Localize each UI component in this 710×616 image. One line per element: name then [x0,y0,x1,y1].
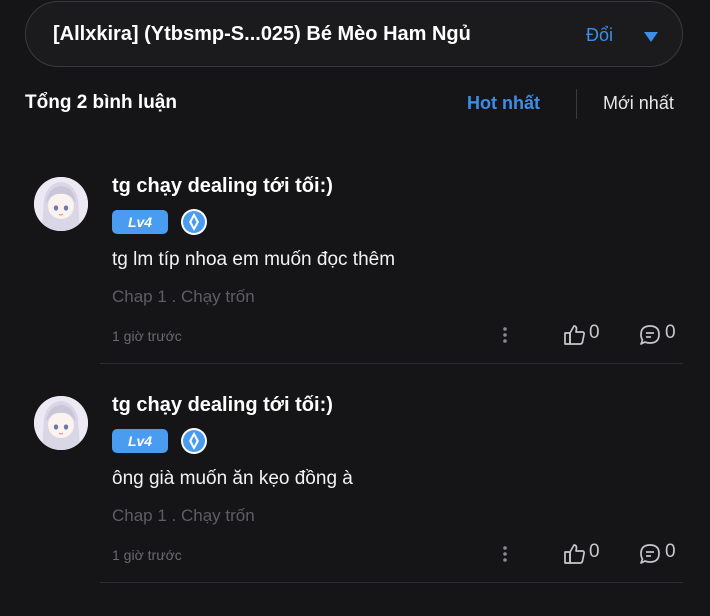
like-count: 0 [589,541,600,562]
chevron-down-icon[interactable] [643,30,659,48]
comment-item: tg chạy dealing tới tối:) Lv4 tg lm típ … [0,175,710,397]
comment-item: tg chạy dealing tới tối:) Lv4 ông già mu… [0,394,710,616]
thumbs-up-icon[interactable] [563,323,587,352]
reply-count: 0 [665,322,676,343]
sort-divider [576,89,577,119]
thumbs-up-icon[interactable] [563,542,587,571]
honor-badge-icon [179,426,209,461]
comment-content: ông già muốn ăn kẹo đồng à [112,468,353,489]
comment-chapter[interactable]: Chap 1 . Chạy trốn [112,506,255,526]
honor-badge-icon [179,207,209,242]
comment-username[interactable]: tg chạy dealing tới tối:) [112,175,333,198]
comment-username[interactable]: tg chạy dealing tới tối:) [112,394,333,417]
sort-new-tab[interactable]: Mới nhất [603,93,674,114]
comment-chapter[interactable]: Chap 1 . Chạy trốn [112,287,255,307]
comment-total: Tổng 2 bình luận [25,92,177,113]
comment-bubble-icon[interactable] [638,323,662,352]
comment-time: 1 giờ trước [112,547,182,563]
comment-content: tg lm típ nhoa em muốn đọc thêm [112,249,396,270]
more-vertical-icon[interactable] [498,544,512,569]
avatar[interactable] [34,177,88,231]
more-vertical-icon[interactable] [498,325,512,350]
reply-count: 0 [665,541,676,562]
comment-time: 1 giờ trước [112,328,182,344]
change-chapter-button[interactable]: Đổi [586,25,613,46]
comment-divider [100,582,683,583]
comment-divider [100,363,683,364]
comment-bubble-icon[interactable] [638,542,662,571]
like-count: 0 [589,322,600,343]
chapter-title: [Allxkira] (Ytbsmp-S...025) Bé Mèo Ham N… [53,23,471,45]
level-badge: Lv4 [112,210,168,234]
chapter-selector[interactable]: [Allxkira] (Ytbsmp-S...025) Bé Mèo Ham N… [25,1,683,67]
avatar[interactable] [34,396,88,450]
level-badge: Lv4 [112,429,168,453]
sort-hot-tab[interactable]: Hot nhất [467,93,540,114]
